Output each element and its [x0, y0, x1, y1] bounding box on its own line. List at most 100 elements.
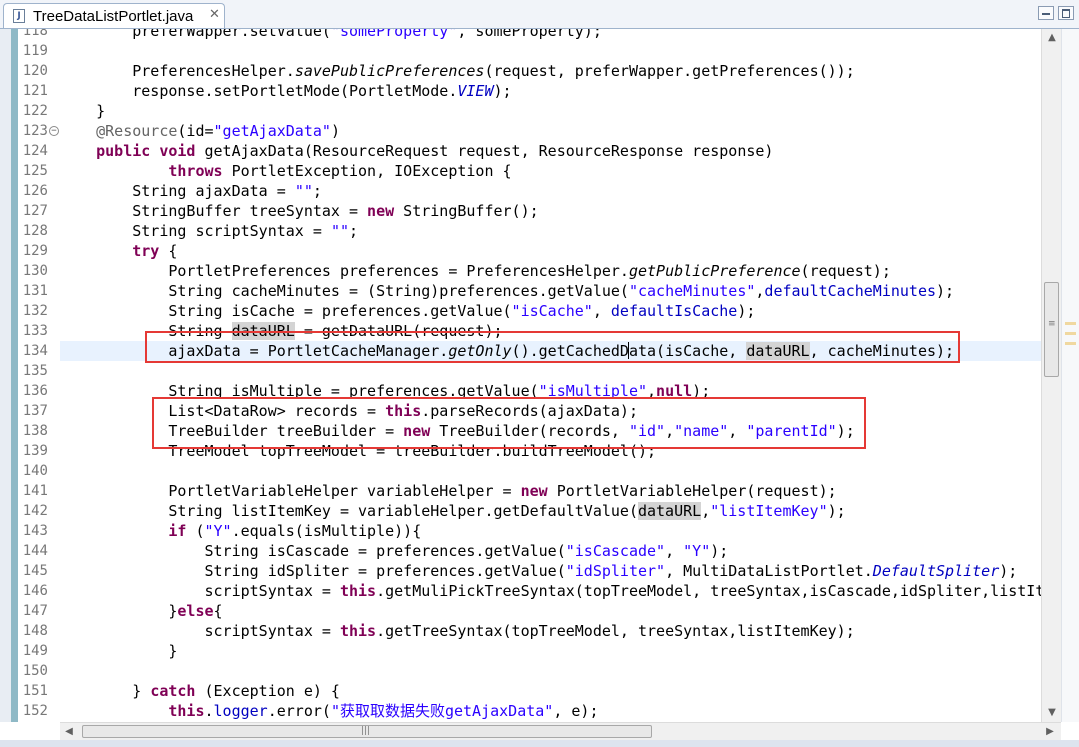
- code-text[interactable]: response.setPortletMode(PortletMode.VIEW…: [60, 81, 511, 101]
- code-line[interactable]: 131 String cacheMinutes = (String)prefer…: [0, 281, 1041, 301]
- code-text[interactable]: String scriptSyntax = "";: [60, 221, 358, 241]
- code-text[interactable]: String isMultiple = preferences.getValue…: [60, 381, 710, 401]
- code-text[interactable]: String isCache = preferences.getValue("i…: [60, 301, 755, 321]
- code-text[interactable]: }else{: [60, 601, 223, 621]
- code-line[interactable]: 120 PreferencesHelper.savePublicPreferen…: [0, 61, 1041, 81]
- code-text[interactable]: String ajaxData = "";: [60, 181, 322, 201]
- code-line[interactable]: 149 }: [0, 641, 1041, 661]
- code-line[interactable]: 127 StringBuffer treeSyntax = new String…: [0, 201, 1041, 221]
- code-text[interactable]: @Resource(id="getAjaxData"): [60, 121, 340, 141]
- horizontal-scrollbar[interactable]: ◀ ||| ▶: [60, 722, 1061, 740]
- code-text[interactable]: throws PortletException, IOException {: [60, 161, 511, 181]
- code-line[interactable]: 124 public void getAjaxData(ResourceRequ…: [0, 141, 1041, 161]
- code-line[interactable]: 126 String ajaxData = "";: [0, 181, 1041, 201]
- code-line[interactable]: 129 try {: [0, 241, 1041, 261]
- code-token: {: [213, 602, 223, 620]
- code-line[interactable]: 140: [0, 461, 1041, 481]
- code-text[interactable]: scriptSyntax = this.getMuliPickTreeSynta…: [60, 581, 1041, 601]
- code-line[interactable]: 137 List<DataRow> records = this.parseRe…: [0, 401, 1041, 421]
- line-number: 134: [22, 343, 48, 359]
- minimize-icon[interactable]: [1038, 6, 1054, 20]
- code-token: null: [656, 382, 693, 400]
- code-token: getPublicPreference: [628, 262, 801, 280]
- code-line[interactable]: 118 preferWapper.setValue("someProperty"…: [0, 29, 1041, 41]
- code-text[interactable]: if ("Y".equals(isMultiple)){: [60, 521, 421, 541]
- code-line[interactable]: 135: [0, 361, 1041, 381]
- code-text[interactable]: String cacheMinutes = (String)preference…: [60, 281, 954, 301]
- code-text[interactable]: }: [60, 101, 105, 121]
- code-token: "name": [674, 422, 729, 440]
- code-token: "": [294, 182, 313, 200]
- scroll-left-icon[interactable]: ◀: [60, 723, 78, 740]
- maximize-icon[interactable]: [1058, 6, 1074, 20]
- code-line[interactable]: 145 String idSpliter = preferences.getVa…: [0, 561, 1041, 581]
- horizontal-scroll-thumb[interactable]: |||: [82, 725, 652, 738]
- occurrence-marker[interactable]: [1065, 342, 1076, 345]
- code-text[interactable]: } catch (Exception e) {: [60, 681, 340, 701]
- code-text[interactable]: }: [60, 641, 177, 661]
- code-line[interactable]: 151 } catch (Exception e) {: [0, 681, 1041, 701]
- code-line[interactable]: 148 scriptSyntax = this.getTreeSyntax(to…: [0, 621, 1041, 641]
- code-editor[interactable]: 118 preferWapper.setValue("someProperty"…: [0, 29, 1041, 722]
- code-line[interactable]: 138 TreeBuilder treeBuilder = new TreeBu…: [0, 421, 1041, 441]
- occurrence-marker[interactable]: [1065, 322, 1076, 325]
- code-line[interactable]: 143 if ("Y".equals(isMultiple)){: [0, 521, 1041, 541]
- scroll-right-icon[interactable]: ▶: [1041, 723, 1059, 740]
- overview-ruler[interactable]: [1061, 29, 1079, 722]
- code-line[interactable]: 133 String dataURL = getDataURL(request)…: [0, 321, 1041, 341]
- code-token: );: [836, 422, 855, 440]
- code-line[interactable]: 125 throws PortletException, IOException…: [0, 161, 1041, 181]
- code-token: TreeModel topTreeModel = treeBuilder.bui…: [60, 442, 657, 460]
- code-line[interactable]: 147 }else{: [0, 601, 1041, 621]
- code-line[interactable]: 146 scriptSyntax = this.getMuliPickTreeS…: [0, 581, 1041, 601]
- code-token: .parseRecords(ajaxData);: [421, 402, 638, 420]
- code-line[interactable]: 134 ajaxData = PortletCacheManager.getOn…: [0, 341, 1041, 361]
- line-number: 137: [22, 403, 48, 419]
- code-token: = getDataURL(request);: [294, 322, 503, 340]
- code-text[interactable]: preferWapper.setValue("someProperty", so…: [60, 29, 602, 41]
- code-line[interactable]: 142 String listItemKey = variableHelper.…: [0, 501, 1041, 521]
- code-text[interactable]: PreferencesHelper.savePublicPreferences(…: [60, 61, 855, 81]
- status-strip: [0, 740, 1079, 747]
- vertical-scroll-thumb[interactable]: ≡: [1044, 282, 1059, 377]
- scroll-down-icon[interactable]: ▼: [1042, 704, 1062, 721]
- code-line[interactable]: 150: [0, 661, 1041, 681]
- code-text[interactable]: TreeModel topTreeModel = treeBuilder.bui…: [60, 441, 656, 461]
- code-token: void: [159, 142, 196, 160]
- code-line[interactable]: 122 }: [0, 101, 1041, 121]
- code-text[interactable]: public void getAjaxData(ResourceRequest …: [60, 141, 773, 161]
- code-line[interactable]: 144 String isCascade = preferences.getVa…: [0, 541, 1041, 561]
- code-text[interactable]: PortletPreferences preferences = Prefere…: [60, 261, 891, 281]
- code-text[interactable]: String dataURL = getDataURL(request);: [60, 321, 503, 341]
- code-text[interactable]: List<DataRow> records = this.parseRecord…: [60, 401, 638, 421]
- code-token: "id": [628, 422, 666, 440]
- code-text[interactable]: PortletVariableHelper variableHelper = n…: [60, 481, 836, 501]
- code-line[interactable]: 121 response.setPortletMode(PortletMode.…: [0, 81, 1041, 101]
- code-line[interactable]: 119: [0, 41, 1041, 61]
- fold-toggle-icon[interactable]: [49, 126, 59, 136]
- close-icon[interactable]: ✕: [209, 7, 220, 22]
- code-line[interactable]: 132 String isCache = preferences.getValu…: [0, 301, 1041, 321]
- code-text[interactable]: TreeBuilder treeBuilder = new TreeBuilde…: [60, 421, 855, 441]
- scroll-up-icon[interactable]: ▲: [1042, 29, 1062, 46]
- code-line[interactable]: 128 String scriptSyntax = "";: [0, 221, 1041, 241]
- code-line[interactable]: 136 String isMultiple = preferences.getV…: [0, 381, 1041, 401]
- code-line[interactable]: 130 PortletPreferences preferences = Pre…: [0, 261, 1041, 281]
- code-text[interactable]: String listItemKey = variableHelper.getD…: [60, 501, 846, 521]
- occurrence-marker[interactable]: [1065, 332, 1076, 335]
- code-text[interactable]: try {: [60, 241, 177, 261]
- tab-treedatalistportlet[interactable]: J TreeDataListPortlet.java ✕: [3, 3, 225, 28]
- java-file-icon: J: [13, 9, 25, 23]
- code-token: dataURL: [746, 342, 810, 360]
- code-line[interactable]: 152 this.logger.error("获取取数据失败getAjaxDat…: [0, 701, 1041, 721]
- code-line[interactable]: 139 TreeModel topTreeModel = treeBuilder…: [0, 441, 1041, 461]
- code-text[interactable]: this.logger.error("获取取数据失败getAjaxData", …: [60, 701, 598, 721]
- code-text[interactable]: String idSpliter = preferences.getValue(…: [60, 561, 1017, 581]
- code-line[interactable]: 123 @Resource(id="getAjaxData"): [0, 121, 1041, 141]
- code-text[interactable]: ajaxData = PortletCacheManager.getOnly()…: [60, 341, 954, 361]
- code-line[interactable]: 141 PortletVariableHelper variableHelper…: [0, 481, 1041, 501]
- vertical-scrollbar[interactable]: ▲ ≡ ▼: [1041, 29, 1061, 722]
- code-text[interactable]: String isCascade = preferences.getValue(…: [60, 541, 728, 561]
- code-text[interactable]: StringBuffer treeSyntax = new StringBuff…: [60, 201, 538, 221]
- code-text[interactable]: scriptSyntax = this.getTreeSyntax(topTre…: [60, 621, 854, 641]
